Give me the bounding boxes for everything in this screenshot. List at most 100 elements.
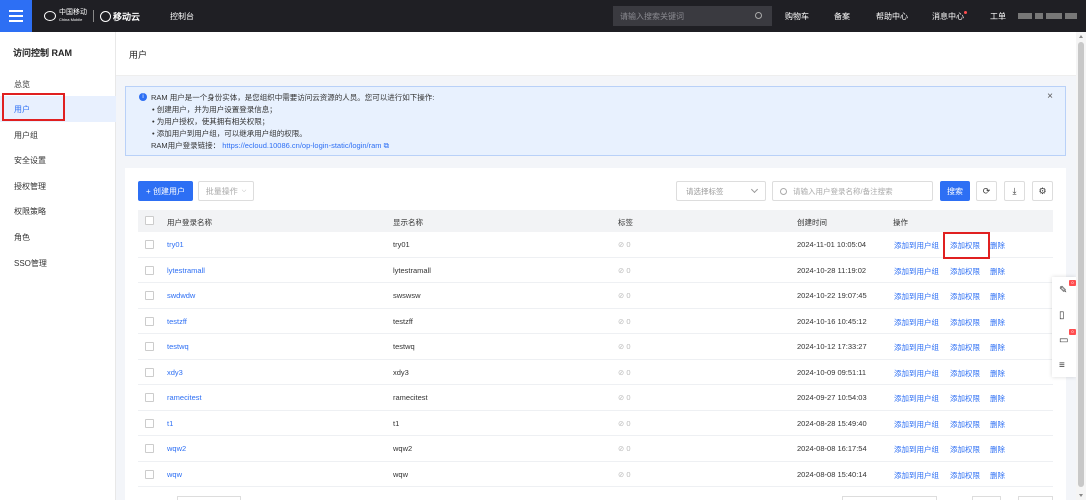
add-permission-link[interactable]: 添加权限 [950, 266, 980, 277]
nav-cart[interactable]: 购物车 [785, 0, 809, 32]
page-jump-button[interactable] [1018, 496, 1053, 500]
nav-tickets[interactable]: 工单 [990, 0, 1006, 32]
tag-select[interactable]: 请选择标签 [676, 181, 766, 201]
add-to-group-link[interactable]: 添加到用户组 [894, 470, 939, 481]
add-permission-link[interactable]: 添加权限 [950, 291, 980, 302]
user-search-input[interactable]: 请输入用户登录名称/备注搜索 [772, 181, 933, 201]
user-login-link[interactable]: wqw [167, 470, 182, 479]
row-checkbox[interactable] [145, 469, 154, 479]
tag-count[interactable]: ⊘ 0 [618, 266, 631, 275]
add-permission-link[interactable]: 添加权限 [950, 317, 980, 328]
book-icon[interactable]: ▯ [1059, 311, 1069, 321]
add-to-group-link[interactable]: 添加到用户组 [894, 317, 939, 328]
user-login-link[interactable]: testzff [167, 317, 187, 326]
search-icon[interactable] [755, 12, 762, 19]
user-login-link[interactable]: testwq [167, 342, 189, 351]
delete-link[interactable]: 删除 [990, 317, 1005, 328]
settings-icon[interactable]: ⚙ [1032, 181, 1053, 201]
search-icon [780, 188, 787, 195]
add-permission-link[interactable]: 添加权限 [950, 470, 980, 481]
logo[interactable]: 中国移动 China Mobile 移动云 [44, 9, 140, 23]
menu-icon[interactable] [0, 0, 32, 32]
row-checkbox[interactable] [145, 367, 154, 377]
page-size-select[interactable] [177, 496, 241, 500]
sidebar-item-sso[interactable]: SSO管理 [0, 250, 116, 276]
scrollbar[interactable] [1076, 32, 1086, 500]
delete-link[interactable]: 删除 [990, 368, 1005, 379]
add-to-group-link[interactable]: 添加到用户组 [894, 419, 939, 430]
global-search-input[interactable]: 请输入搜索关键词 [613, 6, 772, 26]
edit-icon[interactable]: ✎ [1059, 286, 1069, 296]
nav-messages[interactable]: 消息中心 [932, 0, 964, 32]
add-to-group-link[interactable]: 添加到用户组 [894, 266, 939, 277]
tag-count[interactable]: ⊘ 0 [618, 470, 631, 479]
tag-count[interactable]: ⊘ 0 [618, 240, 631, 249]
user-account[interactable] [1018, 13, 1077, 19]
tag-count[interactable]: ⊘ 0 [618, 342, 631, 351]
refresh-icon[interactable]: ⟳ [976, 181, 997, 201]
add-to-group-link[interactable]: 添加到用户组 [894, 368, 939, 379]
add-permission-link[interactable]: 添加权限 [950, 419, 980, 430]
row-checkbox[interactable] [145, 291, 154, 300]
user-login-link[interactable]: xdy3 [167, 368, 183, 377]
row-checkbox[interactable] [145, 240, 154, 249]
add-permission-link[interactable]: 添加权限 [950, 342, 980, 353]
scroll-up-icon [1079, 35, 1083, 38]
feedback-icon[interactable]: ▭ [1059, 336, 1069, 346]
row-checkbox[interactable] [145, 418, 154, 428]
user-login-link[interactable]: t1 [167, 419, 173, 428]
add-to-group-link[interactable]: 添加到用户组 [894, 291, 939, 302]
sidebar-item-security[interactable]: 安全设置 [0, 147, 116, 173]
add-permission-link[interactable]: 添加权限 [950, 393, 980, 404]
page-jump-input[interactable] [972, 496, 1001, 500]
row-checkbox[interactable] [145, 265, 154, 275]
row-checkbox[interactable] [145, 316, 154, 326]
delete-link[interactable]: 删除 [990, 470, 1005, 481]
display-name: xdy3 [393, 367, 409, 377]
delete-link[interactable]: 删除 [990, 444, 1005, 455]
sidebar-item-authorization[interactable]: 授权管理 [0, 173, 116, 199]
user-login-link[interactable]: ramecitest [167, 393, 202, 402]
row-checkbox[interactable] [145, 393, 154, 402]
login-link[interactable]: https://ecloud.10086.cn/op-login-static/… [222, 141, 381, 150]
create-user-button[interactable]: + 创建用户 [138, 181, 193, 201]
user-login-link[interactable]: swdwdw [167, 291, 195, 300]
delete-link[interactable]: 删除 [990, 291, 1005, 302]
tag-count[interactable]: ⊘ 0 [618, 444, 631, 453]
add-permission-link[interactable]: 添加权限 [950, 368, 980, 379]
add-permission-link[interactable]: 添加权限 [950, 444, 980, 455]
nav-help[interactable]: 帮助中心 [876, 0, 908, 32]
user-login-link[interactable]: try01 [167, 240, 184, 249]
row-checkbox[interactable] [145, 342, 154, 351]
tag-count[interactable]: ⊘ 0 [618, 368, 631, 377]
tag-count[interactable]: ⊘ 0 [618, 419, 631, 428]
add-to-group-link[interactable]: 添加到用户组 [894, 342, 939, 353]
select-all-checkbox[interactable] [145, 216, 154, 225]
tag-count[interactable]: ⊘ 0 [618, 393, 631, 402]
delete-link[interactable]: 删除 [990, 393, 1005, 404]
download-icon[interactable]: ⤓ [1004, 181, 1025, 201]
delete-link[interactable]: 删除 [990, 419, 1005, 430]
user-login-link[interactable]: wqw2 [167, 444, 186, 453]
copy-icon[interactable]: ⧉ [384, 141, 389, 150]
pagination[interactable] [842, 496, 937, 500]
search-button[interactable]: 搜索 [940, 181, 970, 201]
add-to-group-link[interactable]: 添加到用户组 [894, 444, 939, 455]
add-to-group-link[interactable]: 添加到用户组 [894, 240, 939, 251]
close-icon[interactable]: × [1047, 91, 1053, 102]
tag-count[interactable]: ⊘ 0 [618, 291, 631, 300]
add-to-group-link[interactable]: 添加到用户组 [894, 393, 939, 404]
delete-link[interactable]: 删除 [990, 342, 1005, 353]
tag-count[interactable]: ⊘ 0 [618, 317, 631, 326]
delete-link[interactable]: 删除 [990, 266, 1005, 277]
user-login-link[interactable]: lytestramall [167, 266, 205, 275]
list-icon[interactable]: ≡ [1059, 361, 1069, 371]
batch-operation-button[interactable]: 批量操作 ⌵ [198, 181, 254, 201]
delete-link[interactable]: 删除 [990, 240, 1005, 251]
sidebar-item-roles[interactable]: 角色 [0, 224, 116, 250]
sidebar-item-user-groups[interactable]: 用户组 [0, 122, 116, 148]
sidebar-item-policies[interactable]: 权限策略 [0, 198, 116, 224]
row-checkbox[interactable] [145, 444, 154, 453]
nav-beian[interactable]: 备案 [834, 0, 850, 32]
console-link[interactable]: 控制台 [170, 11, 194, 22]
